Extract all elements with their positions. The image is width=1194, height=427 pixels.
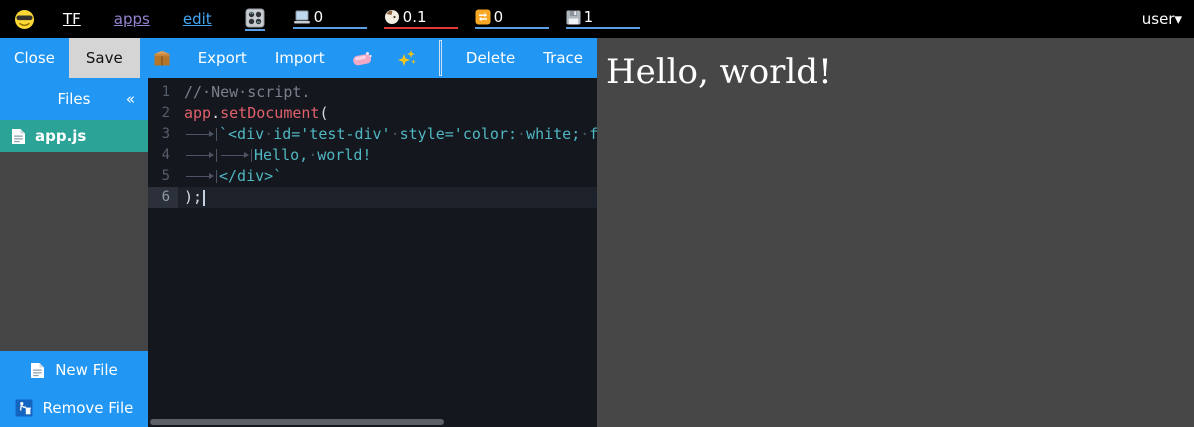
code-token (184, 170, 217, 183)
floppy-disk-icon (566, 10, 581, 25)
stat-ram-field[interactable]: 0.1 (384, 9, 458, 29)
code-line[interactable]: Hello,·world! (178, 145, 597, 166)
file-icon (11, 128, 26, 145)
code-token: · (391, 125, 400, 143)
export-button[interactable]: Export (184, 38, 261, 78)
new-file-icon (30, 362, 45, 379)
remove-file-icon (15, 399, 33, 417)
blank-toolbar-button[interactable] (439, 40, 442, 76)
import-button[interactable]: Import (261, 38, 339, 78)
package-icon[interactable] (140, 38, 184, 78)
save-button[interactable]: Save (69, 38, 140, 78)
code-token: style='color: (400, 125, 517, 143)
code-token: · (308, 146, 317, 164)
stat-cpu-field[interactable]: 0 (293, 9, 367, 29)
sunglasses-face-icon[interactable] (14, 9, 35, 30)
code-token: setDocument (220, 104, 319, 122)
code-token: · (580, 125, 589, 143)
stat-repeat-value: 0 (494, 9, 504, 25)
line-number: 6 (148, 187, 178, 208)
code-token: ( (319, 104, 328, 122)
code-token: · (517, 125, 526, 143)
collapse-sidebar-icon[interactable]: « (126, 90, 135, 108)
repeat-arrows-icon (475, 9, 491, 25)
ram-icon (384, 9, 400, 25)
remove-file-button[interactable]: Remove File (0, 389, 148, 427)
control-knobs-icon[interactable] (245, 8, 265, 31)
code-token: </div>` (219, 167, 282, 185)
stat-cpu-value: 0 (314, 9, 324, 25)
code-token: f (589, 125, 597, 143)
sidebar-empty-area (0, 152, 148, 351)
file-item-appjs[interactable]: app.js (0, 120, 148, 152)
code-token: id='test-div' (273, 125, 390, 143)
top-bar: TF apps edit 0 (0, 0, 1194, 38)
nav-link-edit[interactable]: edit (183, 10, 212, 28)
new-file-button[interactable]: New File (0, 351, 148, 389)
user-menu[interactable]: user▾ (1142, 10, 1182, 28)
code-token (184, 128, 217, 141)
code-editor[interactable]: 123456 //·New·script.app.setDocument(`<d… (148, 78, 597, 427)
code-token: ); (184, 188, 202, 206)
code-line[interactable]: `<div·id='test-div'·style='color:·white;… (178, 124, 597, 145)
editor-gutter: 123456 (148, 82, 178, 208)
line-number: 5 (148, 166, 178, 187)
laptop-icon (293, 10, 311, 25)
preview-panel: Hello, world! (597, 38, 1194, 427)
stat-saves-field[interactable]: 1 (566, 9, 640, 29)
line-number: 2 (148, 103, 178, 124)
code-token: app (184, 104, 211, 122)
stat-saves-value: 1 (584, 9, 594, 25)
soap-icon[interactable] (339, 38, 385, 78)
code-token: · (264, 125, 273, 143)
app-window: TF apps edit 0 (0, 0, 1194, 427)
code-line[interactable]: </div>` (178, 166, 597, 187)
delete-button[interactable]: Delete (452, 38, 529, 78)
close-button[interactable]: Close (0, 38, 69, 78)
files-sidebar: Files « app.js (0, 78, 148, 427)
nav-link-apps[interactable]: apps (114, 10, 150, 28)
code-token: white; (526, 125, 580, 143)
code-line[interactable]: ); (178, 187, 597, 208)
code-token: Hello, (254, 146, 308, 164)
caret-down-icon: ▾ (1174, 10, 1182, 28)
code-token: `<div (219, 125, 264, 143)
stat-repeat-field[interactable]: 0 (475, 9, 549, 29)
file-name: app.js (35, 127, 86, 145)
code-token: . (211, 104, 220, 122)
files-header-title: Files (58, 90, 91, 108)
text-cursor (203, 190, 205, 206)
code-line[interactable]: app.setDocument( (178, 103, 597, 124)
editor-toolbar: Close Save Export Import (0, 38, 597, 78)
code-line[interactable]: //·New·script. (178, 82, 597, 103)
line-number: 1 (148, 82, 178, 103)
code-token: world! (317, 146, 371, 164)
user-menu-label: user (1142, 10, 1175, 28)
trace-button[interactable]: Trace (529, 38, 597, 78)
nav-link-tf[interactable]: TF (63, 10, 81, 28)
line-number: 4 (148, 145, 178, 166)
code-token: //·New·script. (184, 83, 310, 101)
new-file-label: New File (55, 361, 118, 379)
code-lines[interactable]: //·New·script.app.setDocument(`<div·id='… (178, 82, 597, 208)
preview-heading: Hello, world! (597, 38, 1194, 92)
line-number: 3 (148, 124, 178, 145)
sparkles-icon[interactable] (385, 38, 429, 78)
files-header: Files « (0, 78, 148, 120)
code-token (184, 149, 217, 162)
horizontal-scrollbar[interactable] (150, 419, 444, 425)
code-token (219, 149, 252, 162)
remove-file-label: Remove File (43, 399, 134, 417)
stat-ram-value: 0.1 (403, 9, 427, 25)
